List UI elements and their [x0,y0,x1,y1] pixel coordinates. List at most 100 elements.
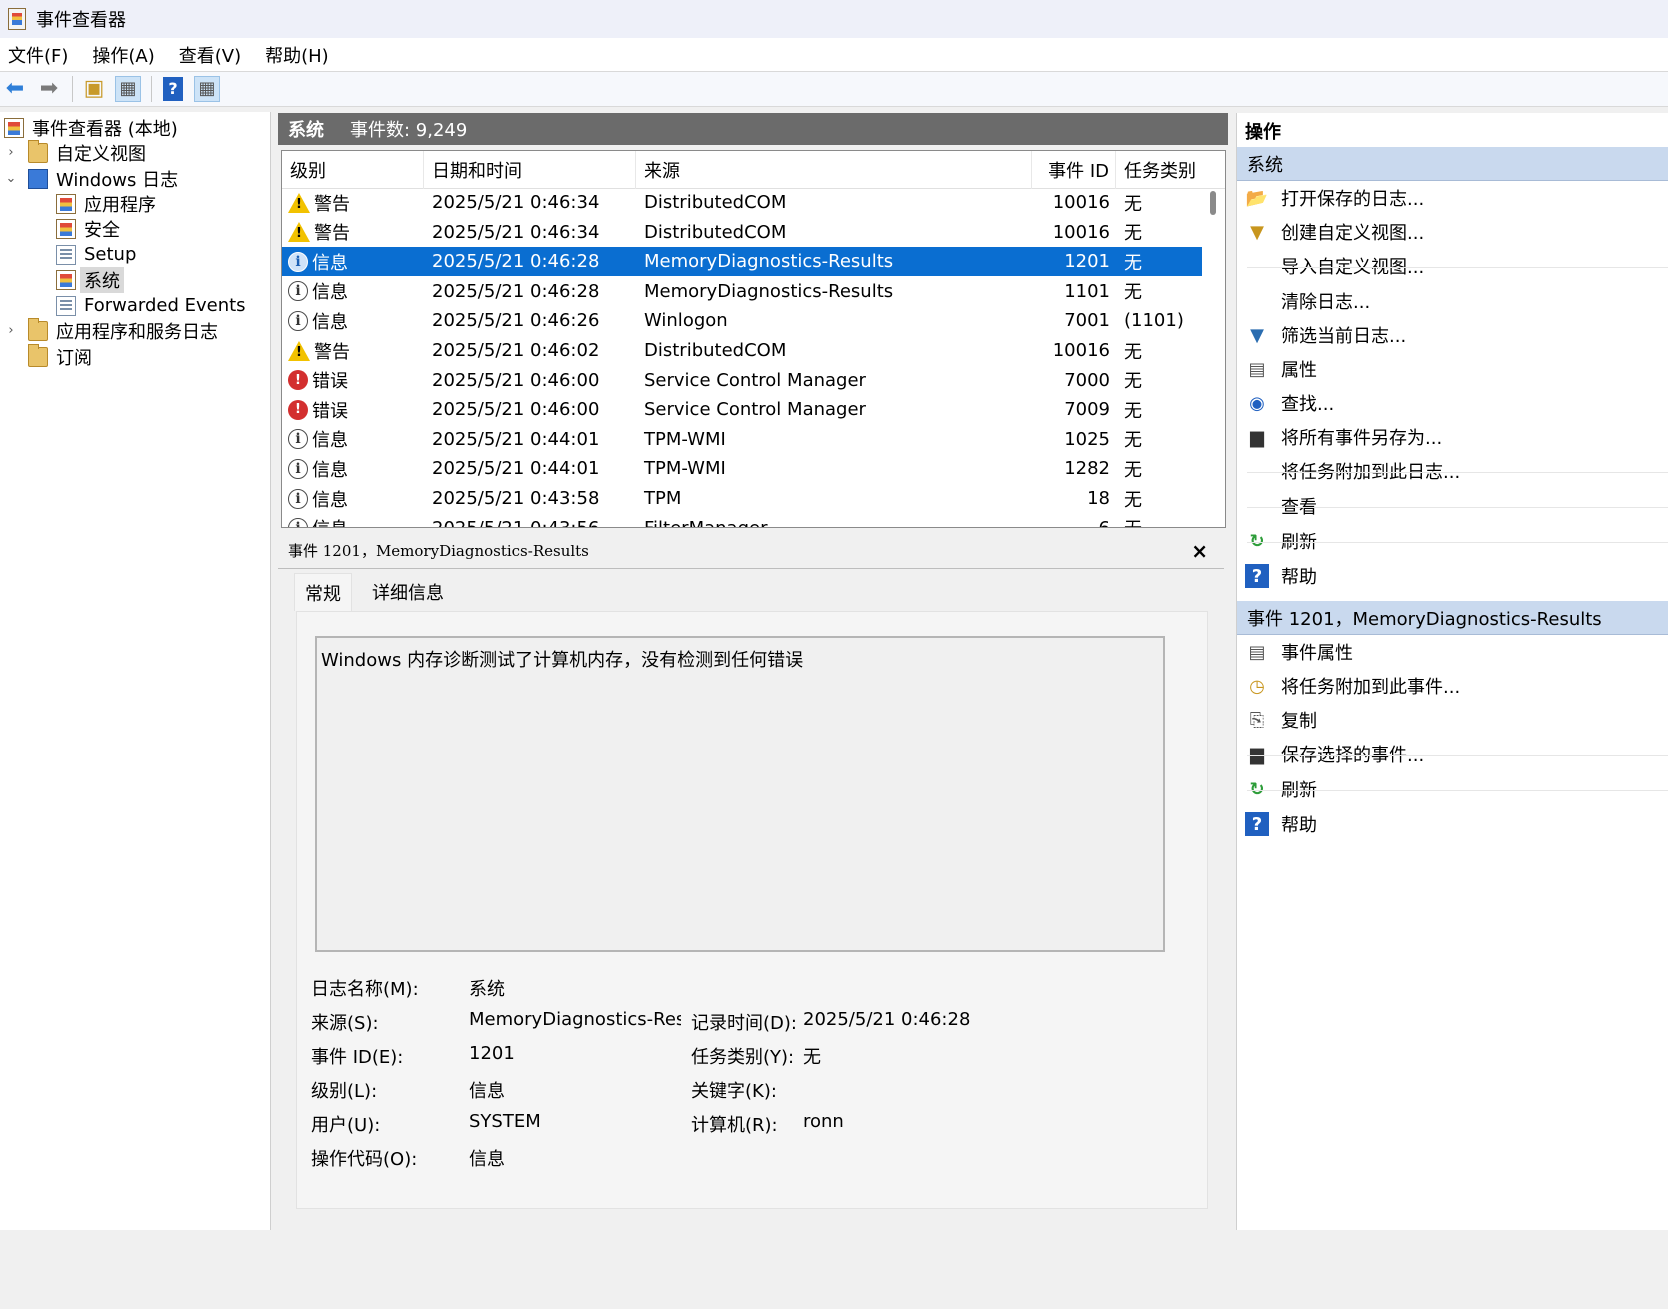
tree-item-root[interactable]: 事件查看器 (本地) [4,115,178,140]
action-copy[interactable]: ⎘ 复制 [1237,703,1668,737]
event-row[interactable]: i 信息 2025/5/21 0:44:01 TPM-WMI 1282 无 [282,454,1202,483]
event-row[interactable]: ! 警告 2025/5/21 0:46:02 DistributedCOM 10016 无 [282,336,1202,365]
action-save-all-events-as[interactable]: ▆ 将所有事件另存为... [1237,420,1668,454]
tree-item-custom-views[interactable]: › 自定义视图 [4,139,146,165]
tree-item-forwarded-events[interactable]: Forwarded Events [56,293,246,318]
action-open-saved-log[interactable]: 📂 打开保存的日志... [1237,181,1668,215]
event-row[interactable]: i 信息 2025/5/21 0:44:01 TPM-WMI 1025 无 [282,425,1202,454]
show-hide-tree-icon[interactable]: ▦ [115,76,141,102]
event-row[interactable]: ! 警告 2025/5/21 0:46:34 DistributedCOM 10016 无 [282,218,1202,247]
event-row[interactable]: i 信息 2025/5/21 0:43:56 FilterManager 6 无 [282,514,1202,527]
action-label: 筛选当前日志... [1281,326,1407,347]
event-level: 信息 [312,430,348,452]
close-icon[interactable]: × [1191,539,1208,563]
tab-details[interactable]: 详细信息 [362,573,454,611]
event-datetime: 2025/5/21 0:44:01 [432,428,600,450]
event-id: 1101 [1064,280,1110,302]
detail-title: 事件 1201，MemoryDiagnostics-Results [288,542,589,560]
column-task-category[interactable]: 任务类别 [1116,151,1225,189]
action-filter-current-log[interactable]: ▼ 筛选当前日志... [1237,318,1668,352]
column-datetime[interactable]: 日期和时间 [424,151,636,189]
event-task-category: (1101) [1124,310,1184,332]
event-task-category: 无 [1124,193,1142,215]
back-icon[interactable]: ⬅ [2,76,28,102]
window-title: 事件查看器 [36,10,126,31]
forward-icon[interactable]: ➡ [36,76,62,102]
action-label: 将所有事件另存为... [1281,428,1443,449]
up-folder-icon[interactable]: ▣ [81,76,107,102]
action-help[interactable]: ? 帮助 [1237,559,1668,593]
event-datetime: 2025/5/21 0:44:01 [432,458,600,480]
event-datetime: 2025/5/21 0:46:00 [432,399,600,421]
event-row[interactable]: i 信息 2025/5/21 0:43:58 TPM 18 无 [282,484,1202,513]
event-task-category: 无 [1124,341,1142,363]
event-id-value: 1201 [469,1043,515,1064]
log-header: 系统 事件数: 9,249 [278,113,1228,145]
expand-chevron-icon[interactable]: › [4,323,18,338]
action-clear-log[interactable]: 清除日志... [1237,284,1668,318]
help-icon[interactable]: ? [160,76,186,102]
tab-general[interactable]: 常规 [294,573,352,611]
filter-icon: ▼ [1250,221,1264,243]
menu-file[interactable]: 文件(F) [8,42,68,68]
tree-item-system[interactable]: 系统 [56,266,124,293]
info-icon: i [288,518,308,527]
event-row[interactable]: ! 错误 2025/5/21 0:46:00 Service Control Mana… [282,366,1202,395]
clock-task-icon: ◷ [1249,675,1265,697]
column-level[interactable]: 级别 [282,151,424,189]
action-attach-task-to-log[interactable]: 将任务附加到此日志... [1237,454,1668,488]
event-row[interactable]: i 信息 2025/5/21 0:46:28 MemoryDiagnostics-Re… [282,277,1202,306]
tree-item-security[interactable]: 安全 [56,216,120,241]
action-refresh[interactable]: ↻ 刷新 [1237,772,1668,806]
event-task-category: 无 [1124,489,1142,511]
action-find[interactable]: ◉ 查找... [1237,386,1668,420]
tree-item-application[interactable]: 应用程序 [56,191,156,216]
action-label: 导入自定义视图... [1281,257,1425,278]
event-row[interactable]: i 信息 2025/5/21 0:46:28 MemoryDiagnostics-Re… [282,247,1202,277]
general-tab-content: Windows 内存诊断测试了计算机内存，没有检测到任何错误 日志名称(M): … [296,611,1208,1209]
logged-label: 记录时间(D): [691,1013,797,1034]
tree-item-setup[interactable]: Setup [56,242,136,267]
action-label: 事件属性 [1281,643,1353,664]
show-hide-action-pane-icon[interactable]: ▦ [194,76,220,102]
menu-view[interactable]: 查看(V) [179,42,241,68]
action-help[interactable]: ? 帮助 [1237,807,1668,841]
source-label: 来源(S): [311,1013,379,1034]
opcode-value: 信息 [469,1149,505,1170]
folder-icon [28,317,48,341]
action-import-custom-view[interactable]: 导入自定义视图... [1237,249,1668,283]
event-viewer-icon [8,8,26,30]
info-icon: i [288,310,308,331]
event-row[interactable]: ! 警告 2025/5/21 0:46:34 DistributedCOM 10016 无 [282,188,1202,217]
user-value: SYSTEM [469,1111,541,1132]
vertical-scrollbar[interactable] [1210,191,1216,215]
action-properties[interactable]: ▤ 属性 [1237,352,1668,386]
collapse-chevron-icon[interactable]: ⌄ [4,171,18,186]
actions-section-system[interactable]: 系统 [1237,147,1668,181]
tree-item-subscriptions[interactable]: 订阅 [28,343,92,369]
column-source[interactable]: 来源 [636,151,1032,189]
tree-item-windows-logs[interactable]: ⌄ Windows 日志 [4,166,178,191]
column-event-id[interactable]: 事件 ID [1032,151,1116,189]
tree-item-app-service-logs[interactable]: › 应用程序和服务日志 [4,317,218,343]
action-event-properties[interactable]: ▤ 事件属性 [1237,635,1668,669]
user-label: 用户(U): [311,1115,381,1136]
navigation-tree: 事件查看器 (本地) › 自定义视图 ⌄ Windows 日志 应用程序 安全 … [0,112,271,1230]
action-save-selected-events[interactable]: ▆ 保存选择的事件... [1237,737,1668,771]
event-row[interactable]: i 信息 2025/5/21 0:46:26 Winlogon 7001 (1101) [282,306,1202,335]
event-datetime: 2025/5/21 0:46:26 [432,310,600,332]
event-level: 信息 [312,252,348,274]
event-description[interactable]: Windows 内存诊断测试了计算机内存，没有检测到任何错误 [315,636,1165,952]
error-icon: ! [288,370,308,391]
action-create-custom-view[interactable]: ▼ 创建自定义视图... [1237,215,1668,249]
action-attach-task-to-event[interactable]: ◷ 将任务附加到此事件... [1237,669,1668,703]
menu-action[interactable]: 操作(A) [92,42,154,68]
menu-help[interactable]: 帮助(H) [265,42,329,68]
event-level: 警告 [314,223,350,245]
action-refresh[interactable]: ↻ 刷新 [1237,524,1668,558]
actions-section-event[interactable]: 事件 1201，MemoryDiagnostics-Results [1237,601,1668,635]
event-level: 信息 [312,515,348,527]
event-row[interactable]: ! 错误 2025/5/21 0:46:00 Service Control Mana… [282,395,1202,424]
action-view[interactable]: 查看 [1237,489,1668,523]
expand-chevron-icon[interactable]: › [4,145,18,160]
